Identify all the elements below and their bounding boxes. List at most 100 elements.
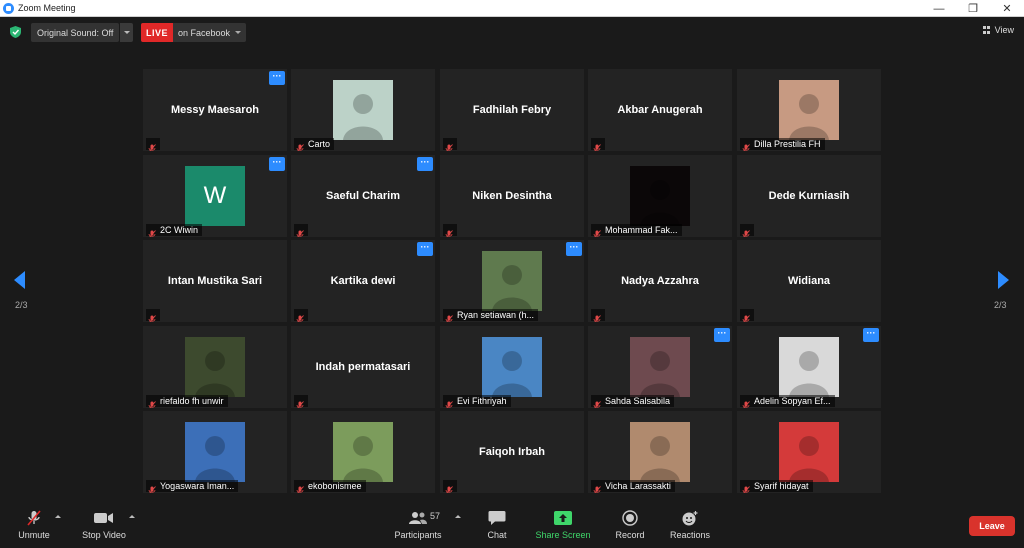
participant-tile[interactable]: Saeful Charim ··· [291, 155, 435, 237]
participant-label: Sahda Salsabila [605, 396, 671, 406]
more-options-button[interactable]: ··· [863, 328, 879, 342]
person-silhouette-icon [343, 94, 383, 140]
stop-video-button[interactable]: Stop Video [68, 509, 140, 540]
live-badge[interactable]: LIVE [141, 23, 174, 42]
participant-tile[interactable]: Ryan setiawan (h... ··· [440, 240, 584, 322]
participant-tile[interactable]: Mohammad Fak... [588, 155, 732, 237]
mic-muted-icon [148, 140, 156, 151]
share-screen-label: Share Screen [535, 530, 591, 540]
participant-tile[interactable]: W 2C Wiwin ··· [143, 155, 287, 237]
person-silhouette-icon [789, 94, 829, 140]
original-sound-dropdown[interactable] [120, 23, 133, 42]
participant-tile[interactable]: Vicha Larassakti [588, 411, 732, 493]
view-button[interactable]: View [982, 25, 1014, 35]
share-screen-button[interactable]: Share Screen [527, 509, 599, 540]
participant-tile[interactable]: Kartika dewi ··· [291, 240, 435, 322]
page-indicator-left: 2/3 [15, 300, 28, 310]
tile-footer [294, 395, 308, 408]
tile-footer [443, 138, 457, 151]
participant-tile[interactable]: Adelin Sopyan Ef... ··· [737, 326, 881, 408]
participant-label: Ryan setiawan (h... [457, 310, 535, 320]
participant-video [779, 337, 839, 397]
participant-tile[interactable]: Niken Desintha [440, 155, 584, 237]
more-options-button[interactable]: ··· [417, 242, 433, 256]
tile-footer: Ryan setiawan (h... [443, 309, 539, 322]
participant-label: Yogaswara Iman... [160, 481, 235, 491]
share-screen-icon [554, 509, 572, 527]
tile-footer: Syarif hidayat [740, 480, 813, 493]
tile-footer: Adelin Sopyan Ef... [740, 395, 835, 408]
chat-bubble-icon [488, 509, 506, 527]
unmute-button[interactable]: Unmute [0, 509, 70, 540]
mic-muted-icon [742, 140, 750, 151]
more-options-button[interactable]: ··· [417, 157, 433, 171]
participant-tile[interactable]: Akbar Anugerah [588, 69, 732, 151]
video-options-caret-icon[interactable] [129, 515, 135, 518]
minimize-button[interactable]: — [922, 0, 956, 17]
mic-muted-icon [593, 140, 601, 151]
participant-tile[interactable]: Dilla Prestilia FH [737, 69, 881, 151]
encryption-shield-icon[interactable] [10, 26, 21, 38]
participant-label: Syarif hidayat [754, 481, 809, 491]
mic-muted-icon [148, 482, 156, 493]
participant-tile[interactable]: Widiana [737, 240, 881, 322]
chat-label: Chat [487, 530, 507, 540]
mic-muted-icon [296, 482, 304, 493]
more-options-button[interactable]: ··· [566, 242, 582, 256]
participant-tile[interactable]: Evi Fithriyah [440, 326, 584, 408]
stop-video-label: Stop Video [82, 530, 126, 540]
participant-tile[interactable]: Indah permatasari [291, 326, 435, 408]
participant-tile[interactable]: Sahda Salsabila ··· [588, 326, 732, 408]
mic-muted-icon [296, 311, 304, 322]
close-window-button[interactable]: ✕ [990, 0, 1024, 17]
participant-label: Mohammad Fak... [605, 225, 678, 235]
participant-tile[interactable]: Carto [291, 69, 435, 151]
participants-label: Participants [394, 530, 442, 540]
mic-muted-icon [296, 397, 304, 408]
person-silhouette-icon [640, 351, 680, 397]
more-options-button[interactable]: ··· [269, 71, 285, 85]
meeting-topbar: Original Sound: Off LIVE on Facebook Vie… [0, 17, 1024, 47]
mic-muted-icon [742, 397, 750, 408]
original-sound-button[interactable]: Original Sound: Off [31, 23, 120, 42]
tile-footer: ekobonismee [294, 480, 366, 493]
audio-options-caret-icon[interactable] [55, 515, 61, 518]
participant-label: Carto [308, 139, 331, 149]
participant-tile[interactable]: riefaldo fh unwir [143, 326, 287, 408]
participant-name: Niken Desintha [472, 190, 552, 202]
view-label: View [994, 25, 1014, 35]
participant-video [333, 80, 393, 140]
participant-video [482, 251, 542, 311]
participant-label: Evi Fithriyah [457, 396, 507, 406]
reactions-smiley-icon [681, 509, 699, 527]
participant-tile[interactable]: Nadya Azzahra [588, 240, 732, 322]
participant-video [779, 422, 839, 482]
participant-video [779, 80, 839, 140]
next-page-arrow-icon[interactable] [998, 271, 1009, 289]
participant-tile[interactable]: Fadhilah Febry [440, 69, 584, 151]
more-options-button[interactable]: ··· [714, 328, 730, 342]
participant-tile[interactable]: Faiqoh Irbah [440, 411, 584, 493]
chat-button[interactable]: Chat [461, 509, 533, 540]
mic-muted-icon [445, 311, 453, 322]
page-indicator-right: 2/3 [994, 300, 1007, 310]
reactions-button[interactable]: Reactions [654, 509, 726, 540]
leave-meeting-button[interactable]: Leave [969, 516, 1015, 536]
participant-tile[interactable]: ekobonismee [291, 411, 435, 493]
participant-tile[interactable]: Intan Mustika Sari [143, 240, 287, 322]
tile-footer [146, 309, 160, 322]
more-options-button[interactable]: ··· [269, 157, 285, 171]
previous-page-arrow-icon[interactable] [14, 271, 25, 289]
mic-muted-icon [445, 140, 453, 151]
participant-tile[interactable]: Messy Maesaroh ··· [143, 69, 287, 151]
muted-microphone-icon [25, 509, 43, 527]
live-destination-button[interactable]: on Facebook [173, 23, 247, 42]
participant-video [630, 422, 690, 482]
restore-button[interactable]: ❐ [956, 0, 990, 17]
participants-button[interactable]: Participants [382, 509, 454, 540]
tile-footer [443, 480, 457, 493]
participant-tile[interactable]: Syarif hidayat [737, 411, 881, 493]
participant-tile[interactable]: Dede Kurniasih [737, 155, 881, 237]
tile-footer [591, 138, 605, 151]
participant-tile[interactable]: Yogaswara Iman... [143, 411, 287, 493]
